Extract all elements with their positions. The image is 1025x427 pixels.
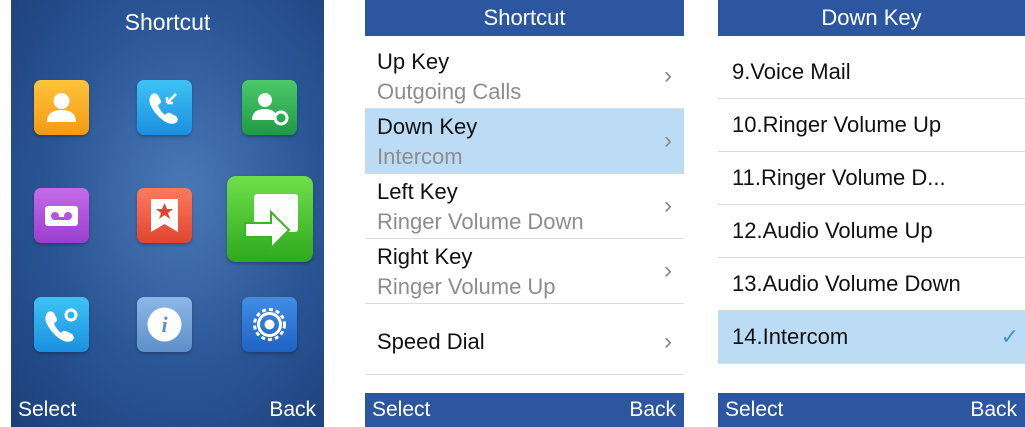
select-softkey[interactable]: Select <box>725 393 783 427</box>
chevron-right-icon: › <box>664 257 672 284</box>
intercom-icon[interactable] <box>227 176 313 262</box>
softkey-bar: Select Back <box>11 393 324 427</box>
chevron-right-icon: › <box>664 62 672 89</box>
down-key-options-screen: Down Key 9.Voice Mail 10.Ringer Volume U… <box>718 0 1025 427</box>
item-label: Right Key <box>377 244 473 269</box>
settings-icon[interactable] <box>242 297 297 352</box>
voicemail-icon[interactable] <box>34 188 89 243</box>
chevron-right-icon: › <box>664 328 672 355</box>
softkey-bar: Select Back <box>718 393 1025 427</box>
item-label: Up Key <box>377 49 450 74</box>
item-label: Left Key <box>377 179 458 204</box>
option-ringer-volume-up[interactable]: 10.Ringer Volume Up <box>718 99 1025 152</box>
back-softkey[interactable]: Back <box>629 393 676 427</box>
option-label: 9.Voice Mail <box>732 59 851 84</box>
shortcut-list-screen: Shortcut Up Key Outgoing Calls › Down Ke… <box>365 0 684 427</box>
option-label: 11.Ringer Volume D... <box>732 165 946 190</box>
select-softkey[interactable]: Select <box>372 393 430 427</box>
option-voice-mail[interactable]: 9.Voice Mail <box>718 46 1025 99</box>
screen-title: Down Key <box>718 0 1025 36</box>
contacts-icon[interactable] <box>34 80 89 135</box>
shortcut-home-screen: Shortcut i Select Back <box>11 0 324 427</box>
item-value: Outgoing Calls <box>377 79 522 104</box>
list-item-down-key[interactable]: Down Key Intercom › <box>365 109 684 174</box>
call-settings-icon[interactable] <box>34 297 89 352</box>
list-item-left-key[interactable]: Left Key Ringer Volume Down › <box>365 174 684 239</box>
screen-title: Shortcut <box>365 0 684 36</box>
favorites-icon[interactable] <box>137 188 192 243</box>
screen-title: Shortcut <box>124 9 211 35</box>
option-audio-volume-up[interactable]: 12.Audio Volume Up <box>718 205 1025 258</box>
back-softkey[interactable]: Back <box>269 393 316 427</box>
softkey-bar: Select Back <box>365 393 684 427</box>
option-intercom[interactable]: 14.Intercom ✓ <box>718 311 1025 364</box>
select-softkey[interactable]: Select <box>18 393 76 427</box>
option-label: 13.Audio Volume Down <box>732 271 961 296</box>
list-item-up-key[interactable]: Up Key Outgoing Calls › <box>365 44 684 109</box>
option-label: 14.Intercom <box>732 324 849 349</box>
call-history-icon[interactable] <box>137 80 192 135</box>
svg-text:i: i <box>161 312 168 337</box>
option-audio-volume-down[interactable]: 13.Audio Volume Down <box>718 258 1025 311</box>
back-softkey[interactable]: Back <box>970 393 1017 427</box>
option-label: 10.Ringer Volume Up <box>732 112 942 137</box>
option-ringer-volume-down[interactable]: 11.Ringer Volume D... <box>718 152 1025 205</box>
option-label: 12.Audio Volume Up <box>732 218 933 243</box>
list-item-speed-dial[interactable]: Speed Dial › <box>365 310 684 375</box>
checkmark-icon: ✓ <box>1000 324 1019 349</box>
list-item-right-key[interactable]: Right Key Ringer Volume Up › <box>365 239 684 304</box>
item-value: Intercom <box>377 144 463 169</box>
item-value: Ringer Volume Up <box>377 274 556 299</box>
info-icon[interactable]: i <box>137 297 192 352</box>
chevron-right-icon: › <box>664 127 672 154</box>
directory-settings-icon[interactable] <box>242 80 297 135</box>
item-label: Down Key <box>377 114 478 139</box>
item-label: Speed Dial <box>377 329 485 354</box>
item-value: Ringer Volume Down <box>377 209 584 234</box>
chevron-right-icon: › <box>664 192 672 219</box>
